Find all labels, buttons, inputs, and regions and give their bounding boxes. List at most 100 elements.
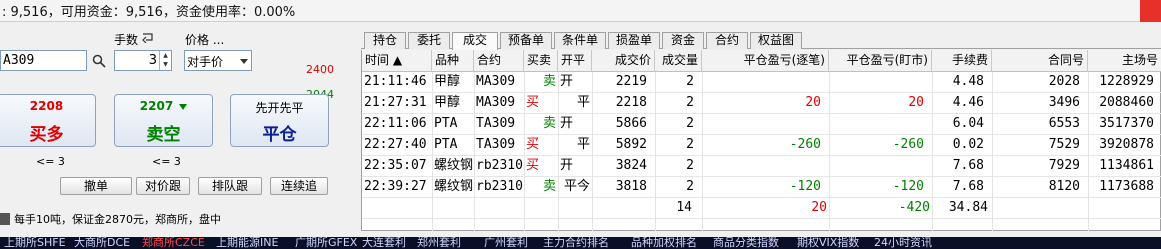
cell-openclose: 平今 [563,179,590,194]
table-row[interactable]: 22:39:27 螺纹钢 rb2310 卖平今 3818 2 -120 -120 7.68 812… [362,177,1161,198]
buy-action: 买多 [29,125,64,145]
tab-contracts[interactable]: 合约 [706,32,748,49]
contract-code-input[interactable]: A309 [0,50,87,71]
table-header: 时间 ▲ 品种 合约 买卖 开平 成交价 成交量 平仓盈亏(逐笔) 平仓盈亏(盯… [362,50,1161,72]
tab-equity-chart[interactable]: 权益图 [750,32,802,49]
totals-row: 14 20 -420 34.84 [362,198,1161,219]
tab-stop-orders[interactable]: 损盈单 [608,32,660,49]
ticker-item[interactable]: 品种加权排名 [631,237,697,249]
follow-queue-button[interactable]: 排队跟 [198,177,262,195]
tab-conditional-orders[interactable]: 条件单 [554,32,606,49]
follow-opposite-button[interactable]: 对价跟 [136,177,190,195]
sell-short-button[interactable]: 2207 卖空 [114,94,213,147]
column-divider [932,72,933,231]
cell-pnl-trade [702,156,829,177]
price-type-select[interactable]: 对手价 [184,50,252,71]
col-price[interactable]: 成交价 [592,50,655,72]
tab-funds[interactable]: 资金 [662,32,704,49]
cell-fee: 4.48 [952,74,984,89]
col-time[interactable]: 时间 ▲ [362,50,432,72]
price-label[interactable]: 价格 ... [185,31,224,48]
col-side[interactable]: 买卖 [524,50,558,72]
column-divider [558,72,559,231]
chevron-down-icon [240,59,248,64]
ticker-item[interactable]: 广州套利 [484,237,528,249]
account-summary-bar: : 9,516，可用资金：9,516，资金使用率：0.00% [0,0,1161,22]
ticker-item[interactable]: 郑商所CZCE [142,237,205,249]
search-icon[interactable] [92,54,106,68]
ticker-item[interactable]: 期权VIX指数 [797,237,859,249]
cell-exchange-no: 1173688 [1099,179,1154,194]
col-fee[interactable]: 手续费 [932,50,992,72]
cell-openclose: 平 [576,95,590,110]
cell-exchange-no: 1134861 [1099,158,1154,173]
account-summary: : 9,516，可用资金：9,516，资金使用率：0.00% [2,5,296,20]
ticker-item[interactable]: 上期能源INE [216,237,278,249]
ticker-item[interactable]: 大商所DCE [74,237,130,249]
increase-icon[interactable]: ▲ [160,51,171,60]
col-contract[interactable]: 合约 [474,50,524,72]
ticker-item[interactable]: 大连套利 [362,237,406,249]
cell-fee: 4.46 [952,95,984,110]
table-row[interactable]: 22:11:06 PTA TA309 卖开 5866 2 6.04 6553 3517370 [362,114,1161,135]
cell-volume: 2 [686,95,694,110]
col-pnl-trade[interactable]: 平仓盈亏(逐笔) [702,50,829,72]
decrease-icon[interactable]: ▼ [160,60,171,69]
ticker-item[interactable]: 广期所GFEX [295,237,357,249]
buy-max-qty: <= 3 [36,155,65,168]
table-row[interactable]: 21:11:46 甲醇 MA309 卖开 2219 2 4.48 2028 1228929 [362,72,1161,93]
tab-positions[interactable]: 持仓 [364,32,406,49]
cell-contract-no: 6553 [1048,116,1080,131]
cell-price: 3824 [615,158,647,173]
tab-orders[interactable]: 委托 [408,32,450,49]
cell-pnl-mark [829,72,932,93]
cell-side: 卖 [542,74,556,89]
column-divider [992,72,993,231]
total-pnl-mark: -420 [898,200,930,215]
quantity-spinner[interactable]: ▲ ▼ [159,51,171,70]
tab-trades[interactable]: 成交 [452,32,498,50]
continuous-chase-button[interactable]: 连续追 [270,177,328,195]
ticker-item[interactable]: 商品分类指数 [713,237,779,249]
table-row[interactable]: 21:27:31 甲醇 MA309 买 平 2218 2 20 20 4.46 3496 208846… [362,93,1161,114]
cell-contract-no: 2028 [1048,74,1080,89]
cell-volume: 2 [686,116,694,131]
total-pnl-trade: 20 [811,200,827,215]
tab-prepared-orders[interactable]: 预备单 [500,32,552,49]
close-position-button[interactable]: 先开先平 平仓 [230,94,329,147]
quantity-stepper[interactable]: 3 ▲ ▼ [114,50,172,71]
buy-long-button[interactable]: 2208 买多 [0,94,96,147]
cell-pnl-mark: 20 [908,95,924,110]
buy-price: 2208 [29,99,64,113]
table-row[interactable]: 22:27:40 PTA TA309 买 平 5892 2 -260 -260 0.02 7529 3… [362,135,1161,156]
cell-price: 3818 [615,179,647,194]
cell-contract-no: 7929 [1048,158,1080,173]
table-row[interactable]: 22:35:07 螺纹钢 rb2310 买 开 3824 2 7.68 7929 1134861 [362,156,1161,177]
status-indicator [1140,0,1161,22]
cell-contract: MA309 [476,74,516,89]
cell-product: 螺纹钢 [434,158,474,173]
col-volume[interactable]: 成交量 [655,50,702,72]
ticker-item[interactable]: 上期所SHFE [4,237,66,249]
column-divider [524,72,525,231]
cell-pnl-trade [702,72,829,93]
ticker-item[interactable]: 主力合约排名 [543,237,609,249]
cell-fee: 7.68 [952,158,984,173]
cell-contract-no: 3496 [1048,95,1080,110]
cancel-order-button[interactable]: 撤单 [60,177,132,195]
cell-price: 2219 [615,74,647,89]
col-exchange-no[interactable]: 主场号 [1088,50,1161,72]
col-pnl-mark[interactable]: 平仓盈亏(盯市) [829,50,932,72]
trades-table: 时间 ▲ 品种 合约 买卖 开平 成交价 成交量 平仓盈亏(逐笔) 平仓盈亏(盯… [361,50,1161,231]
col-openclose[interactable]: 开平 [558,50,592,72]
column-divider [592,72,593,231]
ticker-item[interactable]: 郑州套利 [417,237,461,249]
cell-fee: 7.68 [952,179,984,194]
col-contract-no[interactable]: 合同号 [992,50,1088,72]
ticker-item[interactable]: 24小时资讯 [874,237,932,249]
cell-side: 卖 [542,179,556,194]
limit-up-price: 2400 [306,63,334,76]
cell-volume: 2 [686,74,694,89]
reset-icon[interactable] [142,33,154,43]
col-product[interactable]: 品种 [432,50,474,72]
